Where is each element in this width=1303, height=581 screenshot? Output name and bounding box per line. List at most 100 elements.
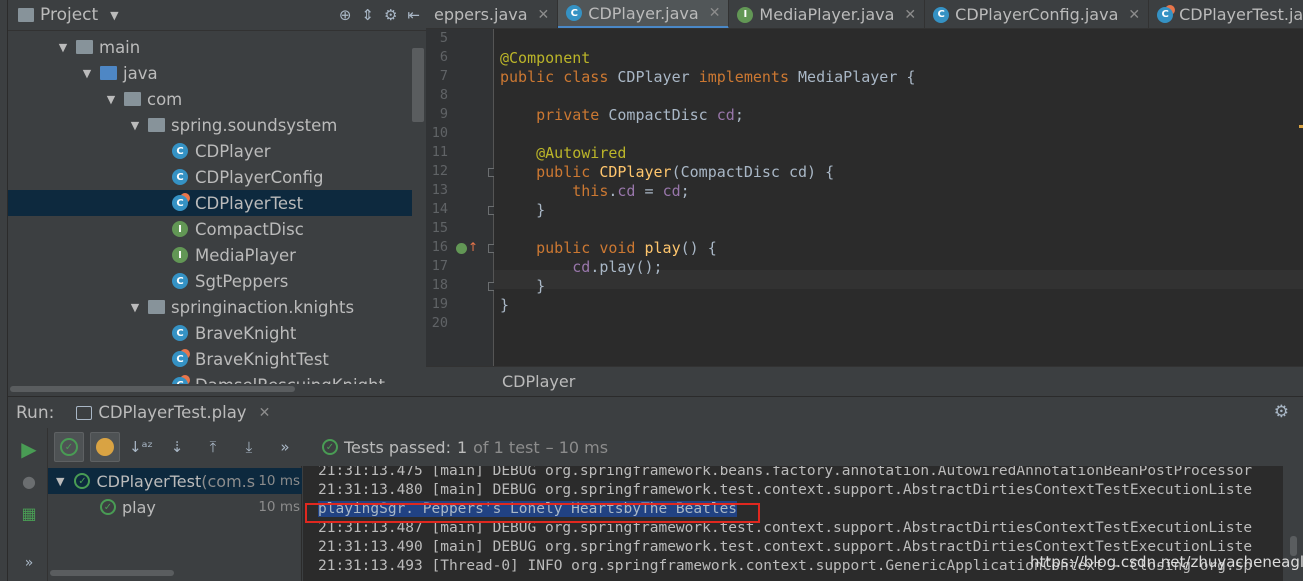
sort-by-duration-icon[interactable]: ⇣: [162, 432, 192, 462]
chevron-down-icon[interactable]: ▼: [56, 41, 70, 54]
tree-item-label: spring.soundsystem: [171, 115, 338, 135]
tree-item-mediaplayer[interactable]: I MediaPlayer: [8, 242, 412, 268]
project-tree-horizontal-scrollbar[interactable]: [8, 384, 426, 394]
test-tree-horizontal-scrollbar[interactable]: [48, 565, 302, 581]
test-passed-icon: ✓: [74, 473, 91, 489]
editor-tab-bar: eppers.java ✕ C CDPlayer.java ✕ I MediaPlayer.…: [426, 0, 1303, 29]
tab-eppers-java[interactable]: eppers.java ✕: [426, 0, 559, 28]
show-passed-icon[interactable]: ✓: [54, 432, 84, 462]
more-test-actions-icon[interactable]: »: [270, 432, 300, 462]
tree-item-label: main: [99, 37, 141, 57]
chevron-down-icon[interactable]: ▼: [128, 119, 142, 132]
code-line: public void play() {: [536, 239, 717, 257]
test-node-cdplayertest[interactable]: ▼ ✓ CDPlayerTest (com.s 10 ms: [48, 468, 302, 494]
close-icon[interactable]: ✕: [259, 405, 271, 421]
expand-all-icon[interactable]: ⤒: [198, 432, 228, 462]
line-number: 16: [431, 239, 448, 255]
project-view-selector[interactable]: Project ▼: [18, 5, 119, 25]
code-line: @Component: [500, 49, 591, 67]
tree-item-main[interactable]: ▼ main: [8, 34, 412, 60]
collapse-all-icon[interactable]: ⤓: [234, 432, 264, 462]
test-node-label: play: [122, 497, 156, 517]
rerun-failed-icon[interactable]: ●: [18, 470, 40, 492]
rerun-icon[interactable]: ▶: [18, 437, 40, 461]
tab-mediaplayer-java[interactable]: I MediaPlayer.java ✕: [729, 0, 926, 28]
console-line: 21:31:13.475 [main] DEBUG org.springfram…: [318, 466, 1253, 479]
locate-icon[interactable]: ⊕: [339, 6, 352, 24]
class-icon: C: [172, 325, 188, 341]
package-icon: [148, 118, 165, 132]
tree-item-sgtpeppers[interactable]: C SgtPeppers: [8, 268, 412, 294]
sort-alphabetically-icon[interactable]: ↓ᵃᶻ: [126, 432, 156, 462]
class-icon: C: [172, 273, 188, 289]
implements-method-icon[interactable]: [456, 243, 467, 254]
tree-item-damselrescuingknight[interactable]: C DamselRescuingKnight: [8, 372, 412, 384]
more-actions-icon[interactable]: »: [18, 552, 40, 574]
tree-item-braveknighttest[interactable]: C BraveKnightTest: [8, 346, 412, 372]
collapse-all-icon[interactable]: ⇕: [361, 6, 374, 24]
project-tree[interactable]: ▼ main ▼ java ▼ com ▼ spring.soundsystem C CDPlay…: [8, 32, 412, 384]
tree-item-spring-soundsystem[interactable]: ▼ spring.soundsystem: [8, 112, 412, 138]
line-number: 5: [439, 30, 448, 46]
watermark: https://blog.csdn.net/zhuyacheneagle: [1030, 553, 1303, 571]
tree-item-label: com: [147, 89, 183, 109]
close-icon[interactable]: ✕: [538, 7, 550, 23]
class-icon: C: [933, 6, 950, 23]
code-line: }: [500, 277, 546, 295]
line-number: 7: [439, 68, 448, 84]
test-toolbar: ✓ ↓ᵃᶻ ⇣ ⤒ ⤓ » ✓ Tests passed: 1 of 1 tes…: [48, 428, 1303, 466]
test-duration: 10 ms: [258, 473, 300, 489]
test-duration: 10 ms: [258, 499, 300, 515]
project-folder-icon: [18, 8, 34, 22]
chevron-down-icon[interactable]: ▼: [128, 301, 142, 314]
test-class-icon: C: [172, 377, 188, 384]
close-icon[interactable]: ✕: [1128, 7, 1140, 23]
toggle-auto-test-icon[interactable]: ▦: [18, 502, 40, 524]
tab-label: CDPlayerConfig.java: [955, 5, 1119, 24]
chevron-down-icon[interactable]: ▼: [104, 93, 118, 106]
editor-breadcrumb[interactable]: CDPlayer: [426, 366, 1303, 396]
test-passed-icon: ✓: [100, 499, 116, 515]
hide-panel-icon[interactable]: ⇤: [407, 6, 420, 24]
error-stripe-marker[interactable]: [1299, 125, 1303, 128]
test-node-label: CDPlayerTest: [96, 471, 202, 491]
tree-item-springinaction-knights[interactable]: ▼ springinaction.knights: [8, 294, 412, 320]
tree-item-cdplayerconfig[interactable]: C CDPlayerConfig: [8, 164, 412, 190]
tree-item-java[interactable]: ▼ java: [8, 60, 412, 86]
class-icon: C: [172, 169, 188, 185]
tree-item-label: java: [123, 63, 158, 83]
close-icon[interactable]: ✕: [709, 5, 721, 21]
chevron-down-icon: ▼: [110, 8, 119, 22]
code-editor[interactable]: @Component public class CDPlayer implemen…: [494, 29, 1303, 366]
run-toolbar: ▶ ● ▦ »: [8, 428, 48, 581]
test-node-play[interactable]: ✓ play 10 ms: [48, 494, 302, 520]
tree-item-cdplayer[interactable]: C CDPlayer: [8, 138, 412, 164]
tree-item-compactdisc[interactable]: I CompactDisc: [8, 216, 412, 242]
class-icon: C: [566, 5, 583, 21]
output-highlight-box: [305, 503, 760, 523]
gear-icon[interactable]: ⚙: [1274, 402, 1289, 422]
close-icon[interactable]: ✕: [904, 7, 916, 23]
run-label: Run:: [16, 402, 55, 423]
chevron-down-icon[interactable]: ▼: [56, 475, 64, 488]
run-config-label: CDPlayerTest.play: [98, 403, 247, 422]
tree-item-cdplayertest[interactable]: C CDPlayerTest: [8, 190, 412, 216]
line-number: 8: [439, 87, 448, 103]
test-results-tree[interactable]: ▼ ✓ CDPlayerTest (com.s 10 ms ✓ play 10 ms: [48, 466, 302, 581]
project-tree-scrollbar[interactable]: [412, 48, 424, 122]
tree-item-braveknight[interactable]: C BraveKnight: [8, 320, 412, 346]
tab-cdplayerconfig-java[interactable]: C CDPlayerConfig.java ✕: [925, 0, 1150, 28]
tree-item-com[interactable]: ▼ com: [8, 86, 412, 112]
code-line: public class CDPlayer implements MediaPl…: [500, 68, 916, 86]
left-tool-strip: [0, 0, 8, 581]
code-line: }: [500, 201, 546, 219]
run-config-tab[interactable]: CDPlayerTest.play ✕: [72, 396, 275, 429]
tree-item-label: CDPlayerConfig: [195, 167, 324, 187]
tests-passed-icon: ✓: [322, 439, 338, 455]
folder-icon: [76, 40, 93, 54]
tab-cdplayer-java[interactable]: C CDPlayer.java ✕: [558, 0, 730, 28]
tab-cdplayertest-java[interactable]: CCDPlayerTest.java✕: [1149, 0, 1303, 28]
chevron-down-icon[interactable]: ▼: [80, 67, 94, 80]
gear-icon[interactable]: ⚙: [384, 6, 397, 24]
show-ignored-icon[interactable]: [90, 432, 120, 462]
